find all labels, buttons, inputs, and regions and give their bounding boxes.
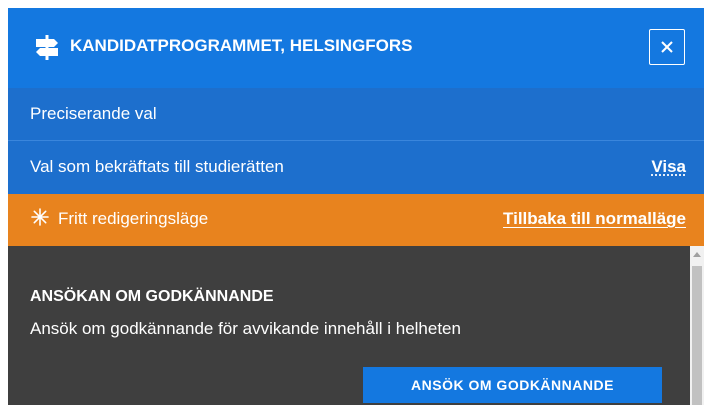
confirmed-choices-row: Val som bekräftats till studierätten Vis…: [8, 140, 704, 194]
page-title: KANDIDATPROGRAMMET, HELSINGFORS: [70, 36, 413, 55]
show-confirmed-link[interactable]: Visa: [651, 157, 686, 177]
approval-description: Ansök om godkännande för avvikande inneh…: [30, 319, 461, 338]
close-icon: [661, 41, 673, 53]
apply-approval-button[interactable]: ANSÖK OM GODKÄNNANDE: [363, 367, 662, 403]
study-plan-panel: KANDIDATPROGRAMMET, HELSINGFORS Preciser…: [0, 0, 704, 405]
panel-header: KANDIDATPROGRAMMET, HELSINGFORS: [8, 8, 704, 88]
close-button[interactable]: [649, 29, 685, 65]
scrollbar-thumb[interactable]: [692, 266, 702, 405]
precise-choices-label: Preciserande val: [30, 104, 157, 123]
vertical-scrollbar[interactable]: [690, 246, 704, 405]
back-to-normal-link[interactable]: Tillbaka till normalläge: [503, 209, 686, 229]
approval-heading: ANSÖKAN OM GODKÄNNANDE: [30, 288, 274, 305]
edit-mode-banner: Fritt redigeringsläge Tillbaka till norm…: [8, 194, 704, 246]
edit-mode-label: Fritt redigeringsläge: [58, 209, 209, 228]
confirmed-choices-label: Val som bekräftats till studierätten: [30, 157, 284, 176]
signpost-icon: [36, 35, 58, 60]
precise-choices-row[interactable]: Preciserande val: [8, 88, 704, 140]
sparkle-icon: [31, 208, 49, 226]
scroll-up-icon[interactable]: [693, 252, 701, 257]
approval-section: ANSÖKAN OM GODKÄNNANDE Ansök om godkänna…: [8, 246, 690, 405]
